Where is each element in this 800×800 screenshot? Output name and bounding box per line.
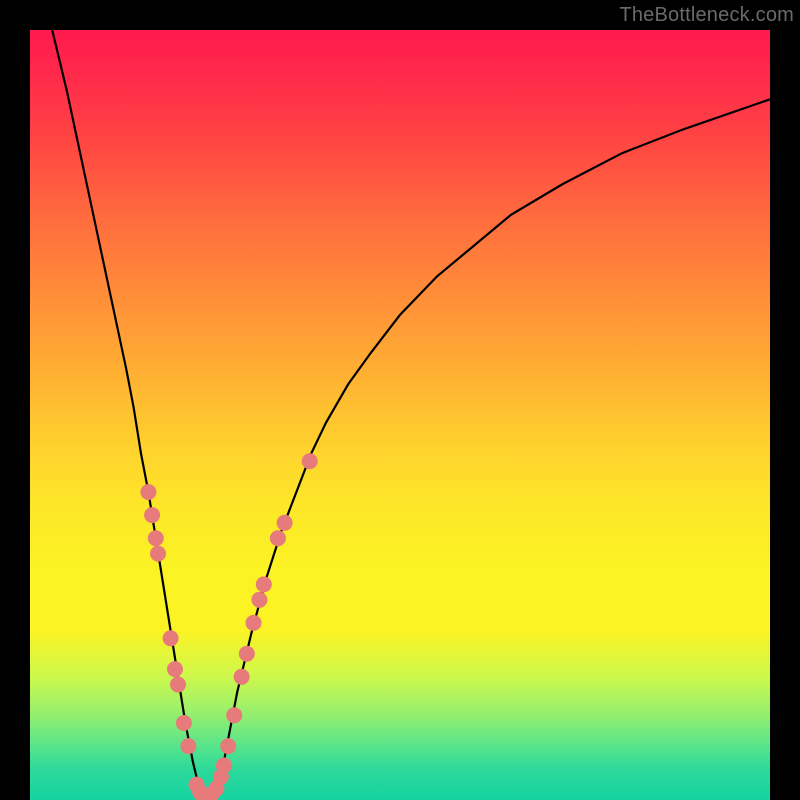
data-marker: [176, 715, 192, 731]
data-marker: [216, 757, 232, 773]
data-marker: [144, 507, 160, 523]
data-marker: [220, 738, 236, 754]
plot-area: [30, 30, 770, 800]
watermark-text: TheBottleneck.com: [619, 4, 794, 27]
data-marker: [180, 738, 196, 754]
data-marker: [170, 677, 186, 693]
data-marker: [302, 453, 318, 469]
data-marker: [213, 769, 229, 785]
data-marker: [277, 515, 293, 531]
data-marker: [189, 777, 205, 793]
data-marker: [163, 630, 179, 646]
data-marker: [197, 792, 213, 800]
data-marker: [246, 615, 262, 631]
data-marker: [192, 784, 208, 800]
data-markers: [140, 453, 317, 800]
data-marker: [148, 530, 164, 546]
data-marker: [226, 707, 242, 723]
data-marker: [251, 592, 267, 608]
data-marker: [239, 646, 255, 662]
data-marker: [209, 781, 225, 797]
data-marker: [167, 661, 183, 677]
data-marker: [234, 669, 250, 685]
bottleneck-curve: [52, 30, 770, 800]
data-marker: [140, 484, 156, 500]
chart-frame: TheBottleneck.com: [0, 0, 800, 800]
data-marker: [256, 576, 272, 592]
bottleneck-curve-svg: [30, 30, 770, 800]
data-marker: [150, 546, 166, 562]
data-marker: [270, 530, 286, 546]
data-marker: [203, 787, 219, 800]
